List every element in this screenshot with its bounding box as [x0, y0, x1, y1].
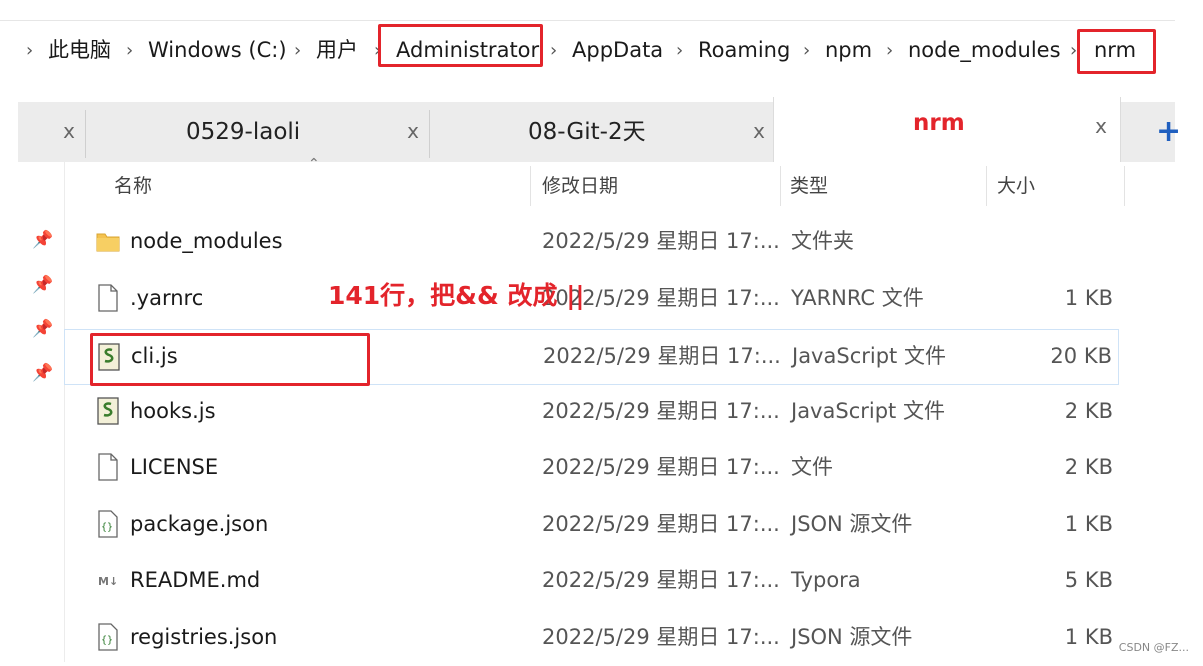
- breadcrumb[interactable]: › 此电脑 › Windows (C:) › 用户 › Administrato…: [0, 21, 1175, 79]
- column-divider[interactable]: [1124, 166, 1125, 206]
- breadcrumb-separator: ›: [676, 40, 684, 61]
- file-size: 1 KB: [1064, 286, 1113, 310]
- file-size: 5 KB: [1064, 568, 1113, 592]
- file-icon: [98, 453, 118, 481]
- file-icon: [98, 284, 118, 312]
- breadcrumb-item-npm[interactable]: npm: [825, 36, 872, 64]
- breadcrumb-separator: ›: [886, 40, 894, 61]
- breadcrumb-item-node-modules[interactable]: node_modules: [908, 36, 1061, 64]
- breadcrumb-separator: ›: [803, 40, 811, 61]
- file-name: registries.json: [130, 625, 278, 649]
- column-divider[interactable]: [530, 166, 531, 206]
- breadcrumb-item-windows-c[interactable]: Windows (C:): [148, 36, 287, 64]
- js-script-icon: [97, 397, 119, 425]
- file-type: 文件: [791, 455, 833, 479]
- tab-label: nrm: [913, 110, 965, 136]
- file-row-package-json[interactable]: {} package.json 2022/5/29 星期日 17:... JSO…: [64, 497, 1119, 553]
- file-row-node-modules[interactable]: node_modules 2022/5/29 星期日 17:... 文件夹: [64, 214, 1119, 270]
- pin-icon[interactable]: 📌: [32, 363, 53, 383]
- column-header-type[interactable]: 类型: [790, 171, 828, 198]
- breadcrumb-separator: ›: [294, 40, 302, 61]
- tab-08-git-2tian[interactable]: 08-Git-2天 x: [430, 102, 773, 162]
- file-name: .yarnrc: [130, 286, 204, 310]
- file-name: package.json: [130, 512, 269, 536]
- tab-nrm[interactable]: nrm x: [773, 97, 1121, 162]
- file-type: Typora: [791, 568, 861, 592]
- highlight-box-administrator: [378, 24, 543, 67]
- sort-caret-icon: ⌃: [308, 156, 320, 172]
- file-size: 1 KB: [1064, 512, 1113, 536]
- folder-icon: [96, 233, 120, 252]
- svg-text:{}: {}: [101, 522, 113, 533]
- pin-icon[interactable]: 📌: [32, 275, 53, 295]
- file-size: 20 KB: [1050, 344, 1112, 368]
- tab-0529-laoli[interactable]: 0529-laoli x: [86, 102, 429, 162]
- file-type: JSON 源文件: [791, 625, 913, 649]
- file-date: 2022/5/29 星期日 17:...: [542, 229, 780, 253]
- file-size: 1 KB: [1064, 625, 1113, 649]
- watermark: CSDN @FZ...: [1118, 641, 1189, 654]
- pin-icon[interactable]: 📌: [32, 319, 53, 339]
- breadcrumb-item-roaming[interactable]: Roaming: [698, 36, 790, 64]
- close-icon[interactable]: x: [402, 119, 424, 143]
- file-date: 2022/5/29 星期日 17:...: [542, 399, 780, 423]
- file-date: 2022/5/29 星期日 17:...: [542, 455, 780, 479]
- breadcrumb-separator: ›: [26, 40, 34, 61]
- new-tab-plus-icon[interactable]: +: [1156, 114, 1181, 149]
- annotation-text: 141行，把&& 改成 ||: [328, 281, 585, 310]
- column-header-name[interactable]: 名称: [114, 171, 152, 198]
- file-row-readme-md[interactable]: M↓ README.md 2022/5/29 星期日 17:... Typora…: [64, 553, 1119, 609]
- file-date: 2022/5/29 星期日 17:...: [542, 512, 780, 536]
- file-name: README.md: [130, 568, 261, 592]
- column-header-date[interactable]: 修改日期: [542, 171, 618, 198]
- column-divider[interactable]: [780, 166, 781, 206]
- file-row-yarnrc[interactable]: .yarnrc 2022/5/29 星期日 17:... YARNRC 文件 1…: [64, 271, 1119, 327]
- file-date: 2022/5/29 星期日 17:...: [542, 625, 780, 649]
- file-name: node_modules: [130, 229, 283, 253]
- file-type: JavaScript 文件: [792, 344, 946, 368]
- column-header-size[interactable]: 大小: [997, 171, 1035, 198]
- close-icon[interactable]: x: [58, 119, 80, 143]
- breadcrumb-separator: ›: [550, 40, 558, 61]
- json-file-icon: {}: [98, 510, 118, 538]
- file-row-license[interactable]: LICENSE 2022/5/29 星期日 17:... 文件 2 KB: [64, 440, 1119, 496]
- file-date: 2022/5/29 星期日 17:...: [542, 568, 780, 592]
- file-name: LICENSE: [130, 455, 219, 479]
- json-file-icon: {}: [98, 623, 118, 651]
- file-type: JavaScript 文件: [791, 399, 945, 423]
- breadcrumb-item-users[interactable]: 用户: [316, 36, 358, 64]
- pin-icon[interactable]: 📌: [32, 230, 53, 250]
- tab-label: 0529-laoli: [186, 119, 301, 145]
- file-name: hooks.js: [130, 399, 216, 423]
- navigation-pane: 📌 📌 📌 📌: [18, 162, 65, 662]
- close-icon[interactable]: x: [748, 119, 770, 143]
- file-type: JSON 源文件: [791, 512, 913, 536]
- file-size: 2 KB: [1064, 399, 1113, 423]
- file-row-hooks-js[interactable]: hooks.js 2022/5/29 星期日 17:... JavaScript…: [64, 384, 1119, 440]
- tab-label: 08-Git-2天: [528, 119, 646, 145]
- file-type: YARNRC 文件: [791, 286, 924, 310]
- highlight-box-cli-js: [90, 333, 370, 386]
- highlight-box-nrm: [1077, 29, 1156, 74]
- column-header-row: ⌃ 名称 修改日期 类型 大小: [64, 156, 1125, 206]
- svg-text:{}: {}: [101, 635, 113, 646]
- breadcrumb-separator: ›: [126, 40, 134, 61]
- breadcrumb-item-this-pc[interactable]: 此电脑: [48, 36, 111, 64]
- file-date: 2022/5/29 星期日 17:...: [543, 344, 781, 368]
- close-icon[interactable]: x: [1090, 114, 1112, 138]
- breadcrumb-item-appdata[interactable]: AppData: [572, 36, 663, 64]
- file-size: 2 KB: [1064, 455, 1113, 479]
- column-divider[interactable]: [986, 166, 987, 206]
- tab-bar: x 0529-laoli x 08-Git-2天 x nrm x +: [18, 97, 1181, 162]
- markdown-file-icon: M↓: [98, 575, 118, 588]
- file-row-registries-json[interactable]: {} registries.json 2022/5/29 星期日 17:... …: [64, 610, 1119, 666]
- svg-text:M↓: M↓: [98, 575, 118, 588]
- file-type: 文件夹: [791, 229, 854, 253]
